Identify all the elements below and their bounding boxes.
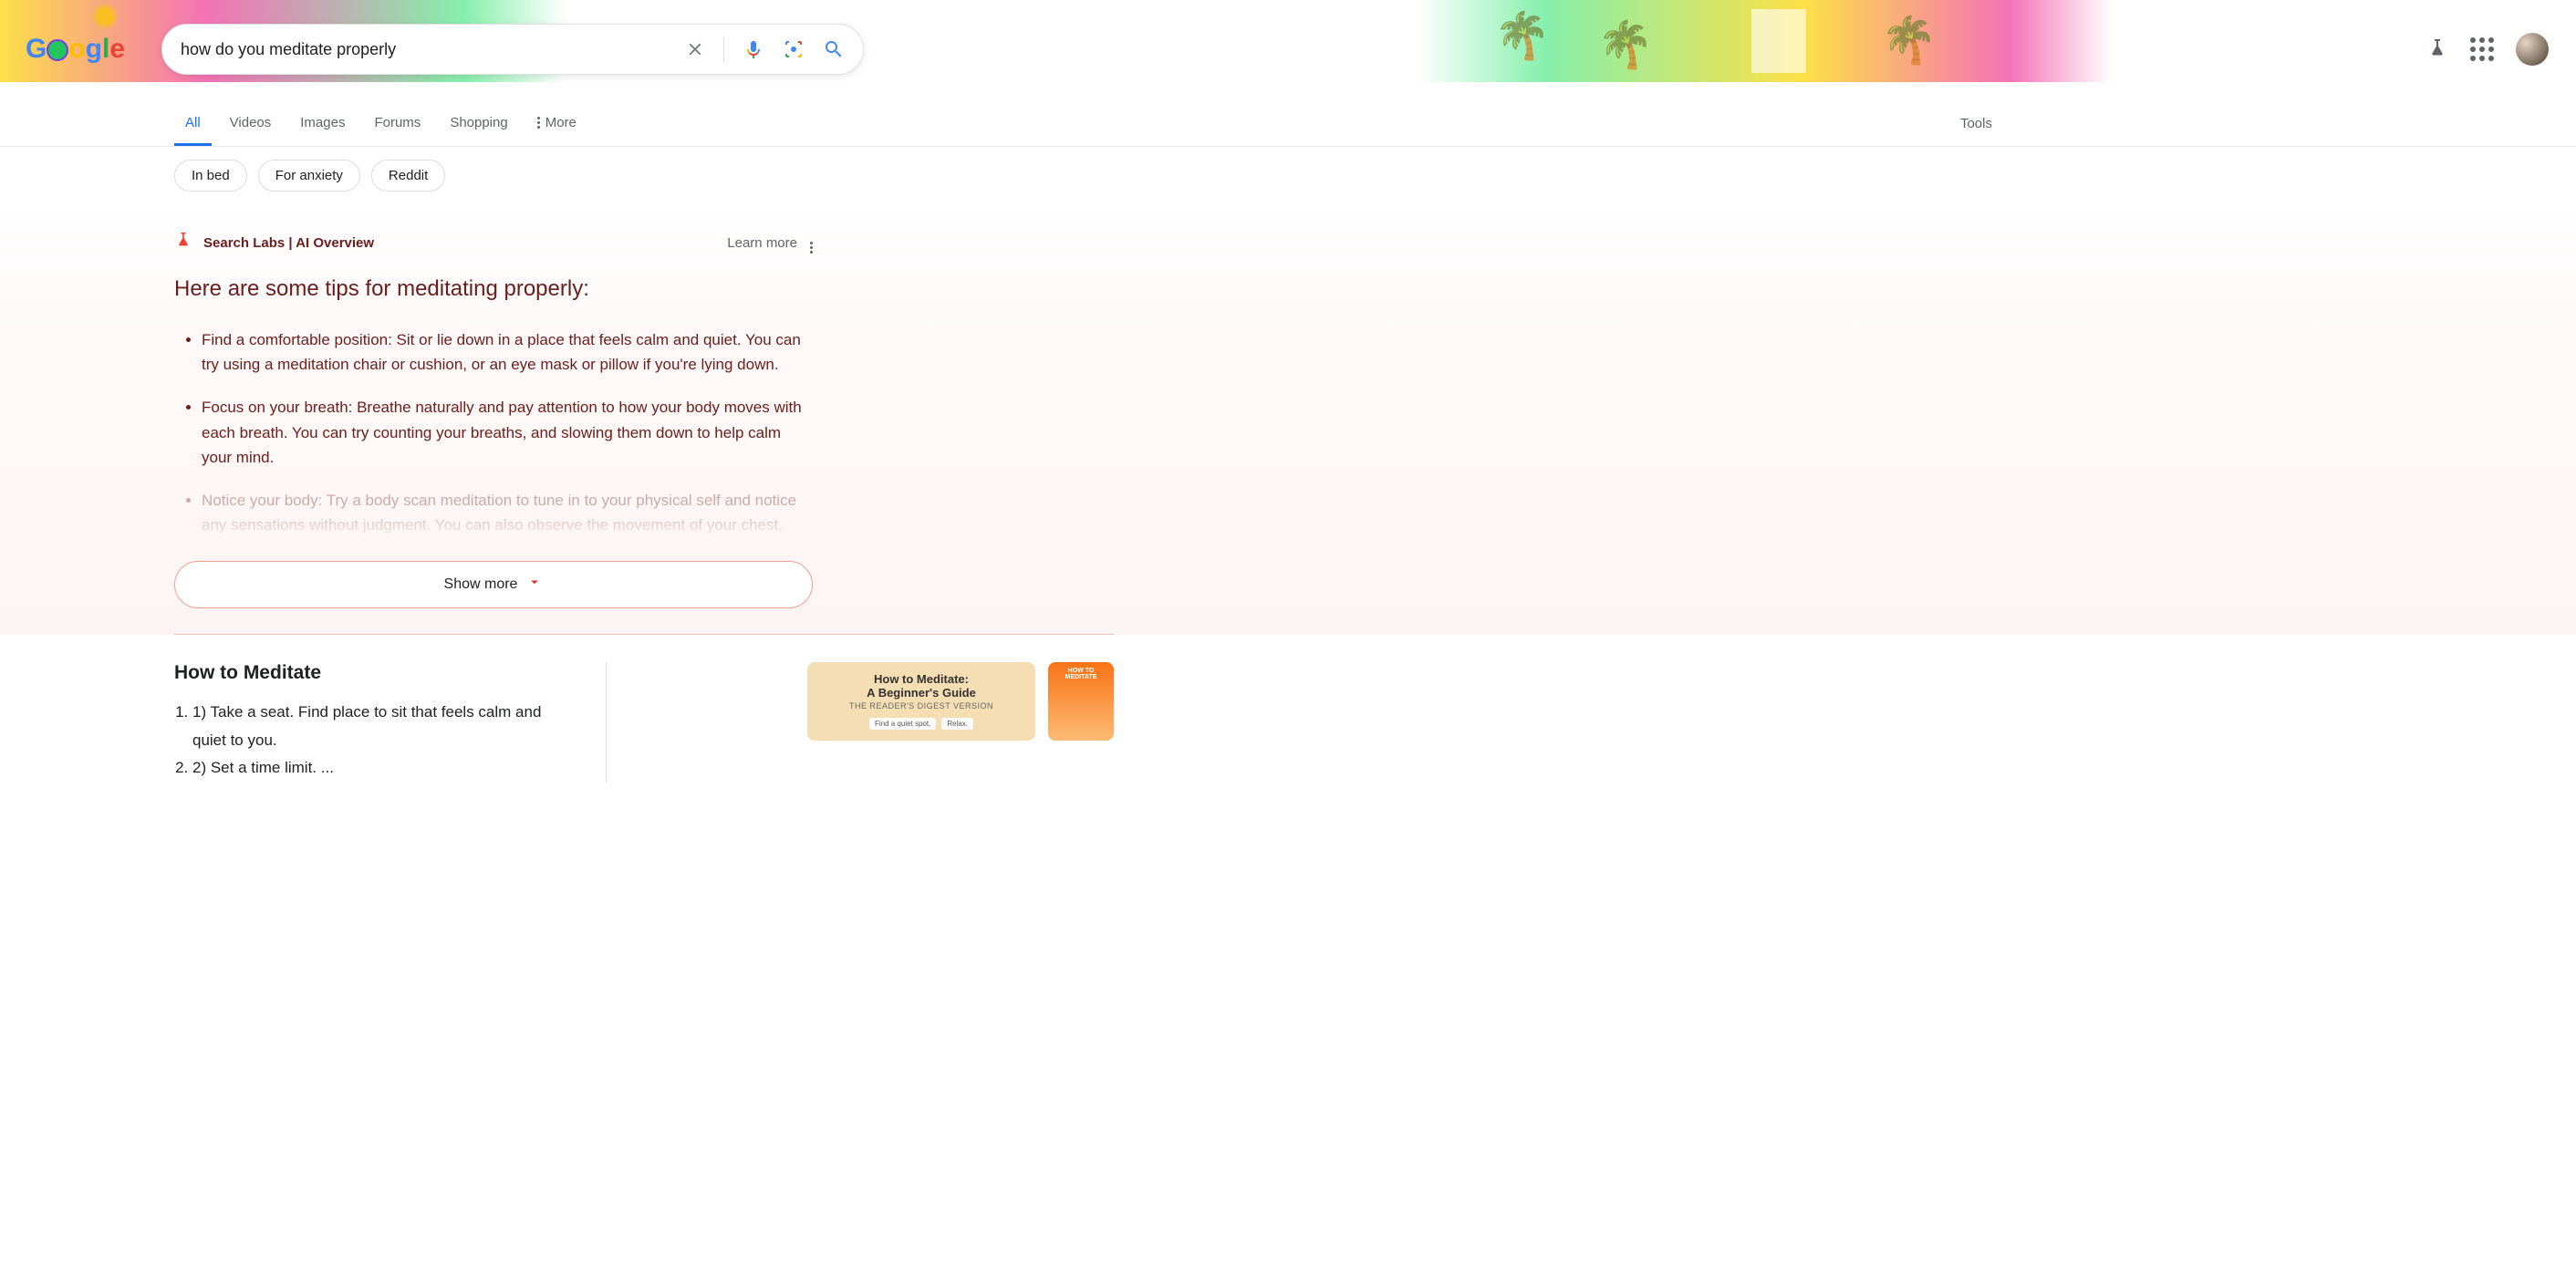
snippet-title: How to Meditate [174,662,551,684]
apps-icon[interactable] [2470,37,2494,61]
thumbnail-card[interactable]: How to Meditate: A Beginner's Guide THE … [807,662,1035,741]
lens-search-icon[interactable] [783,38,805,60]
ai-overview-list: Find a comfortable position: Sit or lie … [174,327,813,543]
chip-reddit[interactable]: Reddit [371,160,445,192]
tab-forums[interactable]: Forums [363,100,431,146]
tab-videos[interactable]: Videos [219,100,283,146]
voice-search-icon[interactable] [743,38,764,60]
chevron-down-icon [526,574,543,595]
flask-icon [174,232,192,254]
tab-more[interactable]: More [526,100,587,146]
ai-overview-label: Search Labs | AI Overview [203,235,374,251]
snippet-step: 1) Take a seat. Find place to sit that f… [192,699,551,754]
refinement-chips: In bed For anxiety Reddit [0,147,2576,204]
ai-overview-heading: Here are some tips for meditating proper… [174,276,1114,302]
search-input[interactable] [181,40,685,59]
chip-in-bed[interactable]: In bed [174,160,247,192]
overflow-menu-icon[interactable] [810,233,813,254]
featured-snippet: How to Meditate 1) Take a seat. Find pla… [174,662,1114,783]
ai-tip-item: Notice your body: Try a body scan medita… [202,488,813,543]
show-more-button[interactable]: Show more [174,561,813,608]
ai-overview-section: Search Labs | AI Overview Learn more Her… [0,204,2576,635]
thumbnail-card[interactable]: HOW TO MEDITATE [1048,662,1114,741]
labs-icon[interactable] [2426,38,2448,60]
tab-all[interactable]: All [174,100,212,146]
search-box [161,24,864,75]
snippet-step: 2) Set a time limit. ... [192,754,551,783]
tab-shopping[interactable]: Shopping [439,100,518,146]
ai-tip-item: Focus on your breath: Breathe naturally … [202,395,813,470]
search-tabs: All Videos Images Forums Shopping More T… [0,100,2576,147]
ai-tip-item: Find a comfortable position: Sit or lie … [202,327,813,377]
tools-button[interactable]: Tools [1960,101,1992,146]
learn-more-link[interactable]: Learn more [727,235,797,251]
snippet-steps-list: 1) Take a seat. Find place to sit that f… [174,699,551,783]
search-icon[interactable] [823,38,845,60]
clear-icon[interactable] [685,39,705,59]
image-thumbnails: How to Meditate: A Beginner's Guide THE … [807,662,1114,783]
account-avatar[interactable] [2516,33,2549,66]
header: Gogle [0,0,2576,75]
chip-for-anxiety[interactable]: For anxiety [258,160,360,192]
google-logo[interactable]: Gogle [26,34,125,65]
tab-images[interactable]: Images [289,100,356,146]
